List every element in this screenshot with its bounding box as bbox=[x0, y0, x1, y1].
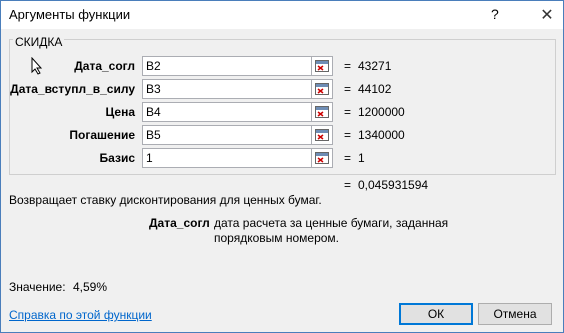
arg-result-basis: 1 bbox=[358, 151, 365, 165]
arg-label-price: Цена bbox=[105, 105, 135, 119]
close-button[interactable]: ✕ bbox=[531, 1, 563, 29]
equals-sign: = bbox=[344, 59, 352, 73]
arg-input-basis[interactable]: 1 bbox=[142, 148, 315, 168]
collapse-range-icon[interactable] bbox=[311, 56, 333, 76]
collapse-range-icon[interactable] bbox=[311, 148, 333, 168]
function-arguments-dialog: Аргументы функции ? ✕ СКИДКА Дата_согл B… bbox=[0, 0, 564, 333]
arg-result-date-effective: 44102 bbox=[358, 82, 392, 96]
equals-sign: = bbox=[344, 178, 352, 192]
ok-button[interactable]: ОК bbox=[399, 303, 473, 325]
title-bar: Аргументы функции ? ✕ bbox=[1, 1, 563, 29]
collapse-range-icon[interactable] bbox=[311, 102, 333, 122]
arg-input-price[interactable]: B4 bbox=[142, 102, 315, 122]
arg-result-date-settlement: 43271 bbox=[358, 59, 392, 73]
arg-label-date-effective: Дата_вступл_в_силу bbox=[10, 82, 135, 96]
arg-input-date-settlement[interactable]: B2 bbox=[142, 56, 315, 76]
function-name: СКИДКА bbox=[13, 35, 65, 49]
help-link[interactable]: Справка по этой функции bbox=[9, 308, 152, 322]
collapse-range-icon[interactable] bbox=[311, 125, 333, 145]
arg-result-price: 1200000 bbox=[358, 105, 405, 119]
window-title: Аргументы функции bbox=[9, 7, 131, 22]
equals-sign: = bbox=[344, 128, 352, 142]
formula-result: 0,045931594 bbox=[358, 178, 429, 192]
arg-help-text: дата расчета за ценные бумаги, заданная … bbox=[214, 216, 449, 245]
arg-help-name: Дата_согл bbox=[149, 216, 210, 230]
arg-input-date-effective[interactable]: B3 bbox=[142, 79, 315, 99]
function-description: Возвращает ставку дисконтирования для це… bbox=[9, 193, 322, 207]
collapse-range-icon[interactable] bbox=[311, 79, 333, 99]
value-result: 4,59% bbox=[73, 280, 108, 294]
arg-label-redemption: Погашение bbox=[69, 128, 135, 142]
help-button[interactable]: ? bbox=[491, 6, 499, 22]
value-label: Значение: bbox=[9, 280, 66, 294]
equals-sign: = bbox=[344, 151, 352, 165]
arg-input-redemption[interactable]: B5 bbox=[142, 125, 315, 145]
arg-result-redemption: 1340000 bbox=[358, 128, 405, 142]
equals-sign: = bbox=[344, 82, 352, 96]
arg-label-basis: Базис bbox=[99, 151, 135, 165]
cancel-button[interactable]: Отмена bbox=[478, 303, 552, 325]
equals-sign: = bbox=[344, 105, 352, 119]
arg-label-date-settlement: Дата_согл bbox=[74, 59, 135, 73]
